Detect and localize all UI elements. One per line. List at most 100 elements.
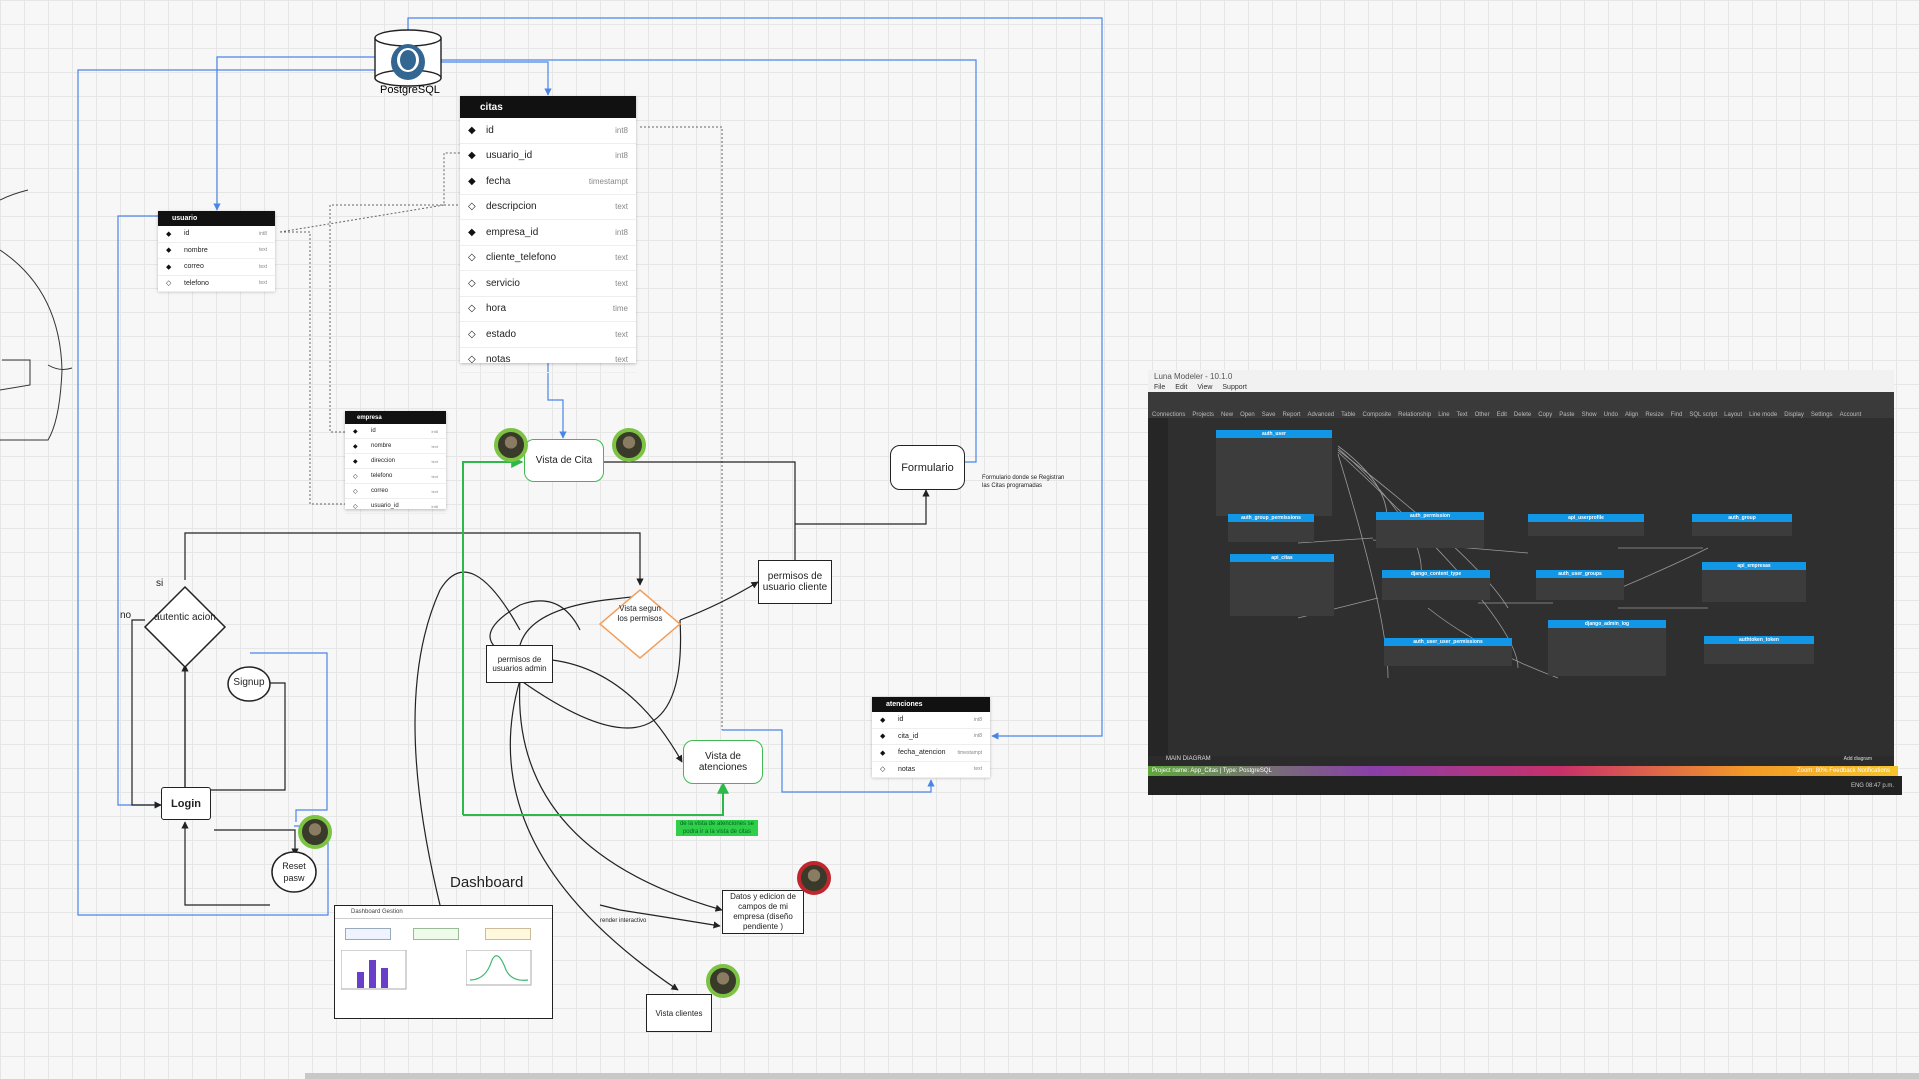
dash-line-chart	[466, 950, 532, 986]
datos-empresa-box[interactable]: Datos y edicion de campos de mi empresa …	[722, 890, 804, 934]
dash-card-2	[413, 928, 459, 940]
ss-entity-auth-group[interactable]: auth_group	[1692, 514, 1792, 536]
column-type: int8	[615, 227, 628, 237]
column-name: estado	[486, 328, 517, 340]
column-name: correo	[184, 263, 204, 271]
ss-menu-item[interactable]: View	[1197, 384, 1212, 391]
column-name: descripcion	[486, 201, 537, 213]
column-icon: ◆	[880, 749, 886, 757]
permisos-cliente-box[interactable]: permisos de usuario cliente	[758, 560, 832, 604]
table-row[interactable]: ◇ telefono text	[345, 469, 446, 484]
ss-entity-api-empresas[interactable]: api_empresas	[1702, 562, 1806, 602]
ss-entity-name: authtoken_token	[1704, 636, 1814, 644]
ss-entity-auth-group-permissions[interactable]: auth_group_permissions	[1228, 514, 1314, 542]
horizontal-scrollbar[interactable]	[305, 1073, 1919, 1079]
column-type: timestampt	[588, 176, 628, 186]
table-row[interactable]: ◆ fecha timestampt	[460, 169, 636, 195]
column-name: notas	[486, 354, 511, 366]
key-icon: ◆	[880, 716, 886, 724]
ss-entity-django-content-type[interactable]: django_content_type	[1382, 570, 1490, 600]
ss-entity-django-admin-log[interactable]: django_admin_log	[1548, 620, 1666, 676]
table-row[interactable]: ◇ estado text	[460, 322, 636, 348]
table-row[interactable]: ◇ usuario_id int8	[345, 499, 446, 514]
column-icon: ◇	[353, 503, 358, 510]
vista-atenciones-box[interactable]: Vista de atenciones	[683, 740, 763, 784]
table-row[interactable]: ◆ direccion text	[345, 454, 446, 469]
column-icon: ◆	[468, 226, 476, 238]
column-type: text	[431, 488, 438, 494]
table-row[interactable]: ◆ id int8	[460, 118, 636, 144]
login-box[interactable]: Login	[161, 787, 211, 820]
table-citas[interactable]: citas ◆ id int8 ◆ usuario_id int8 ◆ fecha timest…	[460, 96, 636, 373]
table-row[interactable]: ◆ usuario_id int8	[460, 144, 636, 169]
avatar	[797, 861, 831, 895]
table-empresa[interactable]: empresa ◆ id int8 ◆ nombre text ◆ direccion text…	[345, 411, 446, 514]
column-name: fecha	[486, 175, 511, 187]
ss-menu-item[interactable]: Support	[1222, 384, 1247, 391]
column-icon: ◇	[468, 277, 476, 289]
column-name: id	[486, 124, 494, 136]
table-row[interactable]: ◆ nombre text	[345, 439, 446, 454]
table-atenciones[interactable]: atenciones ◆ id int8 ◆ cita_id int8 ◆ fecha_ate…	[872, 697, 990, 778]
table-row[interactable]: ◇ notas text	[460, 348, 636, 373]
table-row[interactable]: ◆ id int8	[345, 424, 446, 439]
table-row[interactable]: ◆ id int8	[158, 226, 275, 243]
ss-menu-item[interactable]: File	[1154, 384, 1165, 391]
table-row[interactable]: ◇ correo text	[345, 484, 446, 499]
luna-modeler-screenshot[interactable]: Luna Modeler - 10.1.0 File Edit View Sup…	[1148, 370, 1902, 795]
ss-entity-auth-user-user-permissions[interactable]: auth_user_user_permissions	[1384, 638, 1512, 666]
table-row[interactable]: ◆ cita_id int8	[872, 729, 990, 745]
permisos-admin-box[interactable]: permisos de usuarios admin	[486, 645, 553, 683]
ss-menu-item[interactable]: Edit	[1175, 384, 1187, 391]
key-icon: ◆	[468, 124, 476, 136]
table-row[interactable]: ◇ servicio text	[460, 271, 636, 297]
ss-entity-authtoken-token[interactable]: authtoken_token	[1704, 636, 1814, 664]
table-usuario[interactable]: usuario ◆ id int8 ◆ nombre text ◆ correo text ◇ te…	[158, 211, 275, 292]
column-name: telefono	[184, 279, 209, 287]
column-name: direccion	[371, 458, 396, 464]
table-row[interactable]: ◇ hora time	[460, 297, 636, 322]
ss-entity-api-userprofile[interactable]: api_userprofile	[1528, 514, 1644, 536]
dashboard-mockup[interactable]: Dashboard Gestion	[334, 905, 553, 1019]
vista-cita-box[interactable]: Vista de Cita	[524, 439, 604, 482]
column-icon: ◆	[468, 175, 476, 187]
column-type: text	[615, 278, 628, 288]
formulario-box[interactable]: Formulario	[890, 445, 965, 490]
avatar	[612, 428, 646, 462]
column-type: text	[258, 247, 267, 254]
table-row[interactable]: ◇ telefono text	[158, 276, 275, 292]
table-row[interactable]: ◇ descripcion text	[460, 195, 636, 220]
column-name: id	[371, 428, 376, 434]
table-row[interactable]: ◇ cliente_telefono text	[460, 246, 636, 271]
ss-menu: File Edit View Support	[1148, 382, 1894, 392]
ss-add-diagram[interactable]: Add diagram	[1844, 756, 1872, 762]
ss-tab[interactable]: MAIN DIAGRAM	[1166, 756, 1211, 762]
ss-entity-auth-user[interactable]: auth_user	[1216, 430, 1332, 516]
table-row[interactable]: ◆ nombre text	[158, 243, 275, 259]
autenticacion-diamond[interactable]	[143, 585, 227, 669]
table-row[interactable]: ◆ id int8	[872, 712, 990, 729]
ss-status-left: Project name: App_Citas | Type: PostgreS…	[1152, 768, 1272, 774]
ss-status-right: Zoom: 80% Feedback Notifications	[1796, 768, 1890, 774]
column-name: correo	[371, 488, 389, 494]
table-row[interactable]: ◇ notas text	[872, 762, 990, 778]
column-icon: ◆	[166, 247, 172, 255]
ss-entity-api-citas[interactable]: api_citas	[1230, 554, 1334, 616]
vista-segun-diamond[interactable]	[598, 589, 682, 659]
column-type: int8	[615, 125, 628, 135]
column-name: hora	[486, 303, 507, 315]
column-type: int8	[431, 503, 438, 509]
ss-entity-auth-permission[interactable]: auth_permission	[1376, 512, 1484, 548]
column-type: text	[431, 458, 438, 464]
vista-clientes-box[interactable]: Vista clientes	[646, 994, 712, 1032]
table-row[interactable]: ◆ correo text	[158, 259, 275, 276]
column-type: int8	[431, 428, 438, 434]
table-row[interactable]: ◆ fecha_atencion timestampt	[872, 745, 990, 762]
dash-card-3	[485, 928, 531, 940]
table-atenciones-name: atenciones	[872, 697, 990, 712]
ss-taskbar: ENG 08:47 p.m.	[1148, 776, 1902, 795]
ss-entity-auth-user-groups[interactable]: auth_user_groups	[1536, 570, 1624, 600]
dash-bar-chart	[341, 950, 407, 990]
table-row[interactable]: ◆ empresa_id int8	[460, 220, 636, 246]
column-type: text	[258, 263, 267, 270]
